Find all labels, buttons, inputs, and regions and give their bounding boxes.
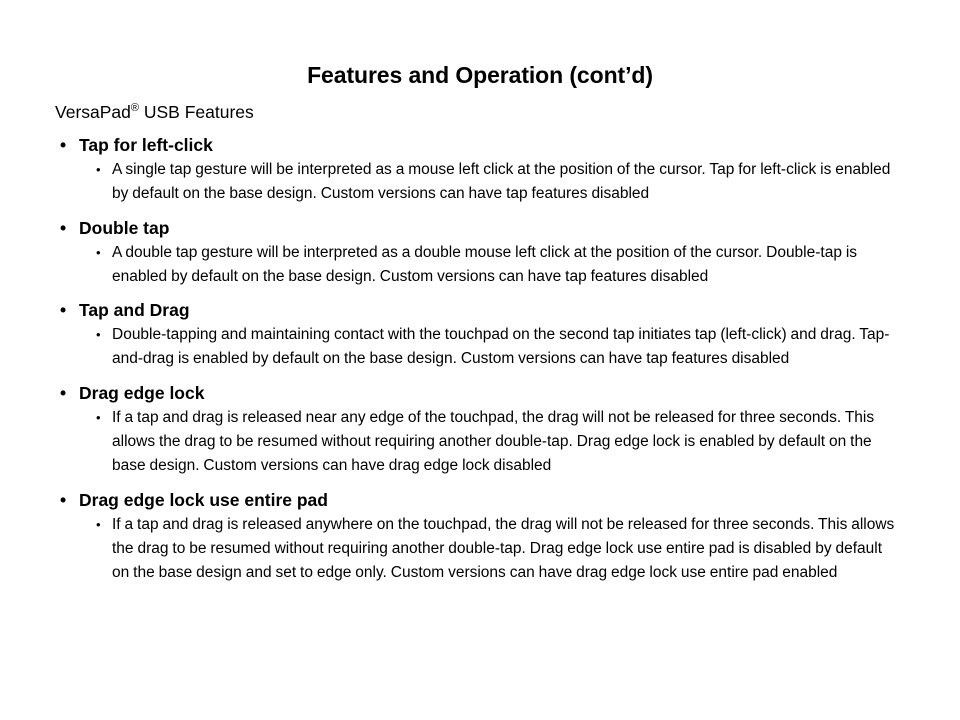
feature-heading-label: Tap for left-click: [79, 135, 213, 155]
feature-heading-label: Double tap: [79, 217, 170, 238]
feature-heading: • Tap for left-click: [60, 132, 960, 158]
bullet-icon: •: [60, 217, 67, 238]
intro-product-name: VersaPad: [55, 102, 131, 122]
intro-suffix: USB Features: [139, 102, 254, 122]
feature-description-text: A single tap gesture will be interpreted…: [112, 161, 891, 203]
feature-description: • Double-tapping and maintaining contact…: [96, 323, 902, 372]
feature-heading-label: Tap and Drag: [79, 300, 190, 321]
feature-description-text: Double-tapping and maintaining contact w…: [112, 326, 890, 368]
feature-section: • Double tap • A double tap gesture will…: [0, 215, 960, 290]
bullet-icon: •: [96, 409, 101, 425]
feature-heading: • Drag edge lock use entire pad: [60, 487, 960, 513]
feature-description: • A single tap gesture will be interpret…: [96, 158, 902, 207]
feature-heading: • Drag edge lock: [60, 380, 960, 406]
feature-section: • Drag edge lock use entire pad • If a t…: [0, 487, 960, 586]
slide-canvas: Features and Operation (cont’d) VersaPad…: [0, 0, 960, 720]
feature-section: • Tap and Drag • Double-tapping and main…: [0, 297, 960, 372]
bullet-icon: •: [60, 489, 67, 510]
intro-heading: VersaPad® USB Features: [55, 100, 960, 124]
feature-description-text: A double tap gesture will be interpreted…: [112, 243, 858, 285]
bullet-icon: •: [60, 300, 67, 321]
feature-description-text: If a tap and drag is released near any e…: [112, 408, 875, 475]
feature-description: • If a tap and drag is released near any…: [96, 406, 902, 479]
feature-description-text: If a tap and drag is released anywhere o…: [112, 515, 895, 582]
feature-heading: • Double tap: [60, 215, 960, 241]
feature-heading: • Tap and Drag: [60, 297, 960, 323]
bullet-icon: •: [96, 327, 101, 343]
registered-trademark-icon: ®: [130, 102, 139, 115]
page-title: Features and Operation (cont’d): [307, 62, 653, 89]
bullet-icon: •: [96, 244, 101, 260]
slide-body: VersaPad® USB Features • Tap for left-cl…: [0, 100, 960, 586]
feature-section: • Drag edge lock • If a tap and drag is …: [0, 380, 960, 479]
bullet-icon: •: [96, 162, 101, 177]
feature-section: • Tap for left-click • A single tap gest…: [0, 132, 960, 207]
bullet-icon: •: [60, 382, 67, 403]
feature-heading-label: Drag edge lock use entire pad: [79, 489, 328, 510]
bullet-icon: •: [96, 516, 101, 532]
feature-description: • If a tap and drag is released anywhere…: [96, 513, 902, 586]
bullet-icon: •: [60, 135, 67, 155]
feature-heading-label: Drag edge lock: [79, 382, 205, 403]
feature-description: • A double tap gesture will be interpret…: [96, 241, 902, 290]
